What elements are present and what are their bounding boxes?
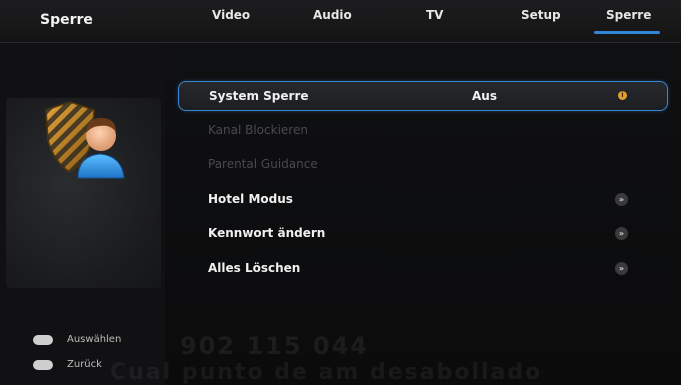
tab-video[interactable]: Video	[212, 8, 250, 22]
menu-item-alles-loeschen[interactable]: Alles Löschen »	[178, 254, 666, 282]
menu-item-kanal-blockieren: Kanal Blockieren	[178, 116, 666, 144]
menu-item-label: Alles Löschen	[208, 261, 301, 275]
chevron-right-icon: »	[615, 262, 628, 275]
ok-button-icon	[33, 334, 53, 345]
menu-item-label: Kanal Blockieren	[208, 123, 308, 137]
tab-tv[interactable]: TV	[426, 8, 443, 22]
shield-user-icon	[45, 101, 125, 179]
menu-item-system-sperre[interactable]: System Sperre Aus i	[178, 81, 668, 111]
menu-item-label: Kennwort ändern	[208, 226, 326, 240]
watermark-text-2: Cual punto de am desabollado	[110, 360, 543, 385]
chevron-right-icon: »	[615, 227, 628, 240]
menu-item-kennwort-aendern[interactable]: Kennwort ändern »	[178, 219, 666, 247]
chevron-right-icon: »	[615, 193, 628, 206]
hint-select: Auswählen	[33, 334, 121, 345]
screen-title: Sperre	[40, 12, 93, 28]
system-sperre-value: Aus	[472, 89, 497, 103]
hint-back: Zurück	[33, 359, 102, 370]
hint-select-label: Auswählen	[67, 334, 122, 345]
menu-item-parental-guidance: Parental Guidance	[178, 150, 666, 178]
tab-setup[interactable]: Setup	[521, 8, 561, 22]
tab-sperre[interactable]: Sperre	[606, 8, 651, 22]
menu-item-label: Parental Guidance	[208, 157, 318, 171]
menu-item-label: Hotel Modus	[208, 192, 293, 206]
menu-item-hotel-modus[interactable]: Hotel Modus »	[178, 185, 666, 213]
top-menu-bar: Sperre Video Audio TV Setup Sperre	[0, 0, 681, 43]
hint-back-label: Zurück	[67, 359, 102, 370]
active-tab-indicator	[594, 31, 660, 34]
watermark-text: 902 115 044	[180, 332, 370, 360]
tab-audio[interactable]: Audio	[313, 8, 352, 22]
menu-button-icon	[33, 359, 53, 370]
menu-item-label: System Sperre	[209, 89, 309, 103]
info-icon: i	[618, 91, 627, 100]
